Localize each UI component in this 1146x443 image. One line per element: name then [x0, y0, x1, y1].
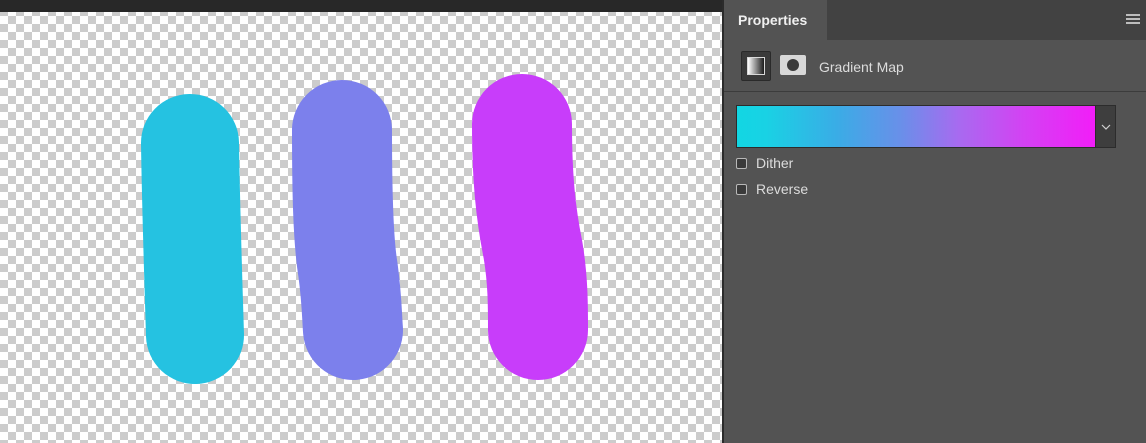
dither-option[interactable]: Dither	[736, 155, 793, 171]
panel-menu-icon[interactable]	[1126, 14, 1140, 26]
gradient-dropdown-button[interactable]	[1095, 105, 1116, 148]
reverse-label: Reverse	[756, 181, 809, 197]
chevron-down-icon	[1101, 124, 1110, 130]
gradient-map-icon[interactable]	[741, 51, 771, 81]
tab-properties-label: Properties	[738, 12, 808, 28]
reverse-option[interactable]: Reverse	[736, 181, 808, 197]
properties-panel: Properties Gradient Map Dither Reverse	[724, 0, 1146, 443]
adjustment-title: Gradient Map	[819, 59, 904, 75]
layer-mask-icon[interactable]	[780, 55, 806, 75]
tab-properties[interactable]: Properties	[724, 0, 827, 40]
adjustment-header: Gradient Map	[724, 40, 1146, 92]
panel-tab-bar: Properties	[724, 0, 1146, 40]
cyan-stroke	[141, 94, 244, 384]
magenta-stroke	[472, 74, 588, 380]
reverse-checkbox[interactable]	[736, 183, 747, 195]
gradient-preview[interactable]	[736, 105, 1096, 148]
dither-checkbox[interactable]	[736, 157, 747, 169]
dither-label: Dither	[756, 155, 794, 171]
brush-strokes	[141, 74, 588, 384]
canvas-top-edge	[0, 0, 722, 12]
blue-violet-stroke	[292, 80, 403, 380]
document-canvas[interactable]	[0, 0, 722, 443]
